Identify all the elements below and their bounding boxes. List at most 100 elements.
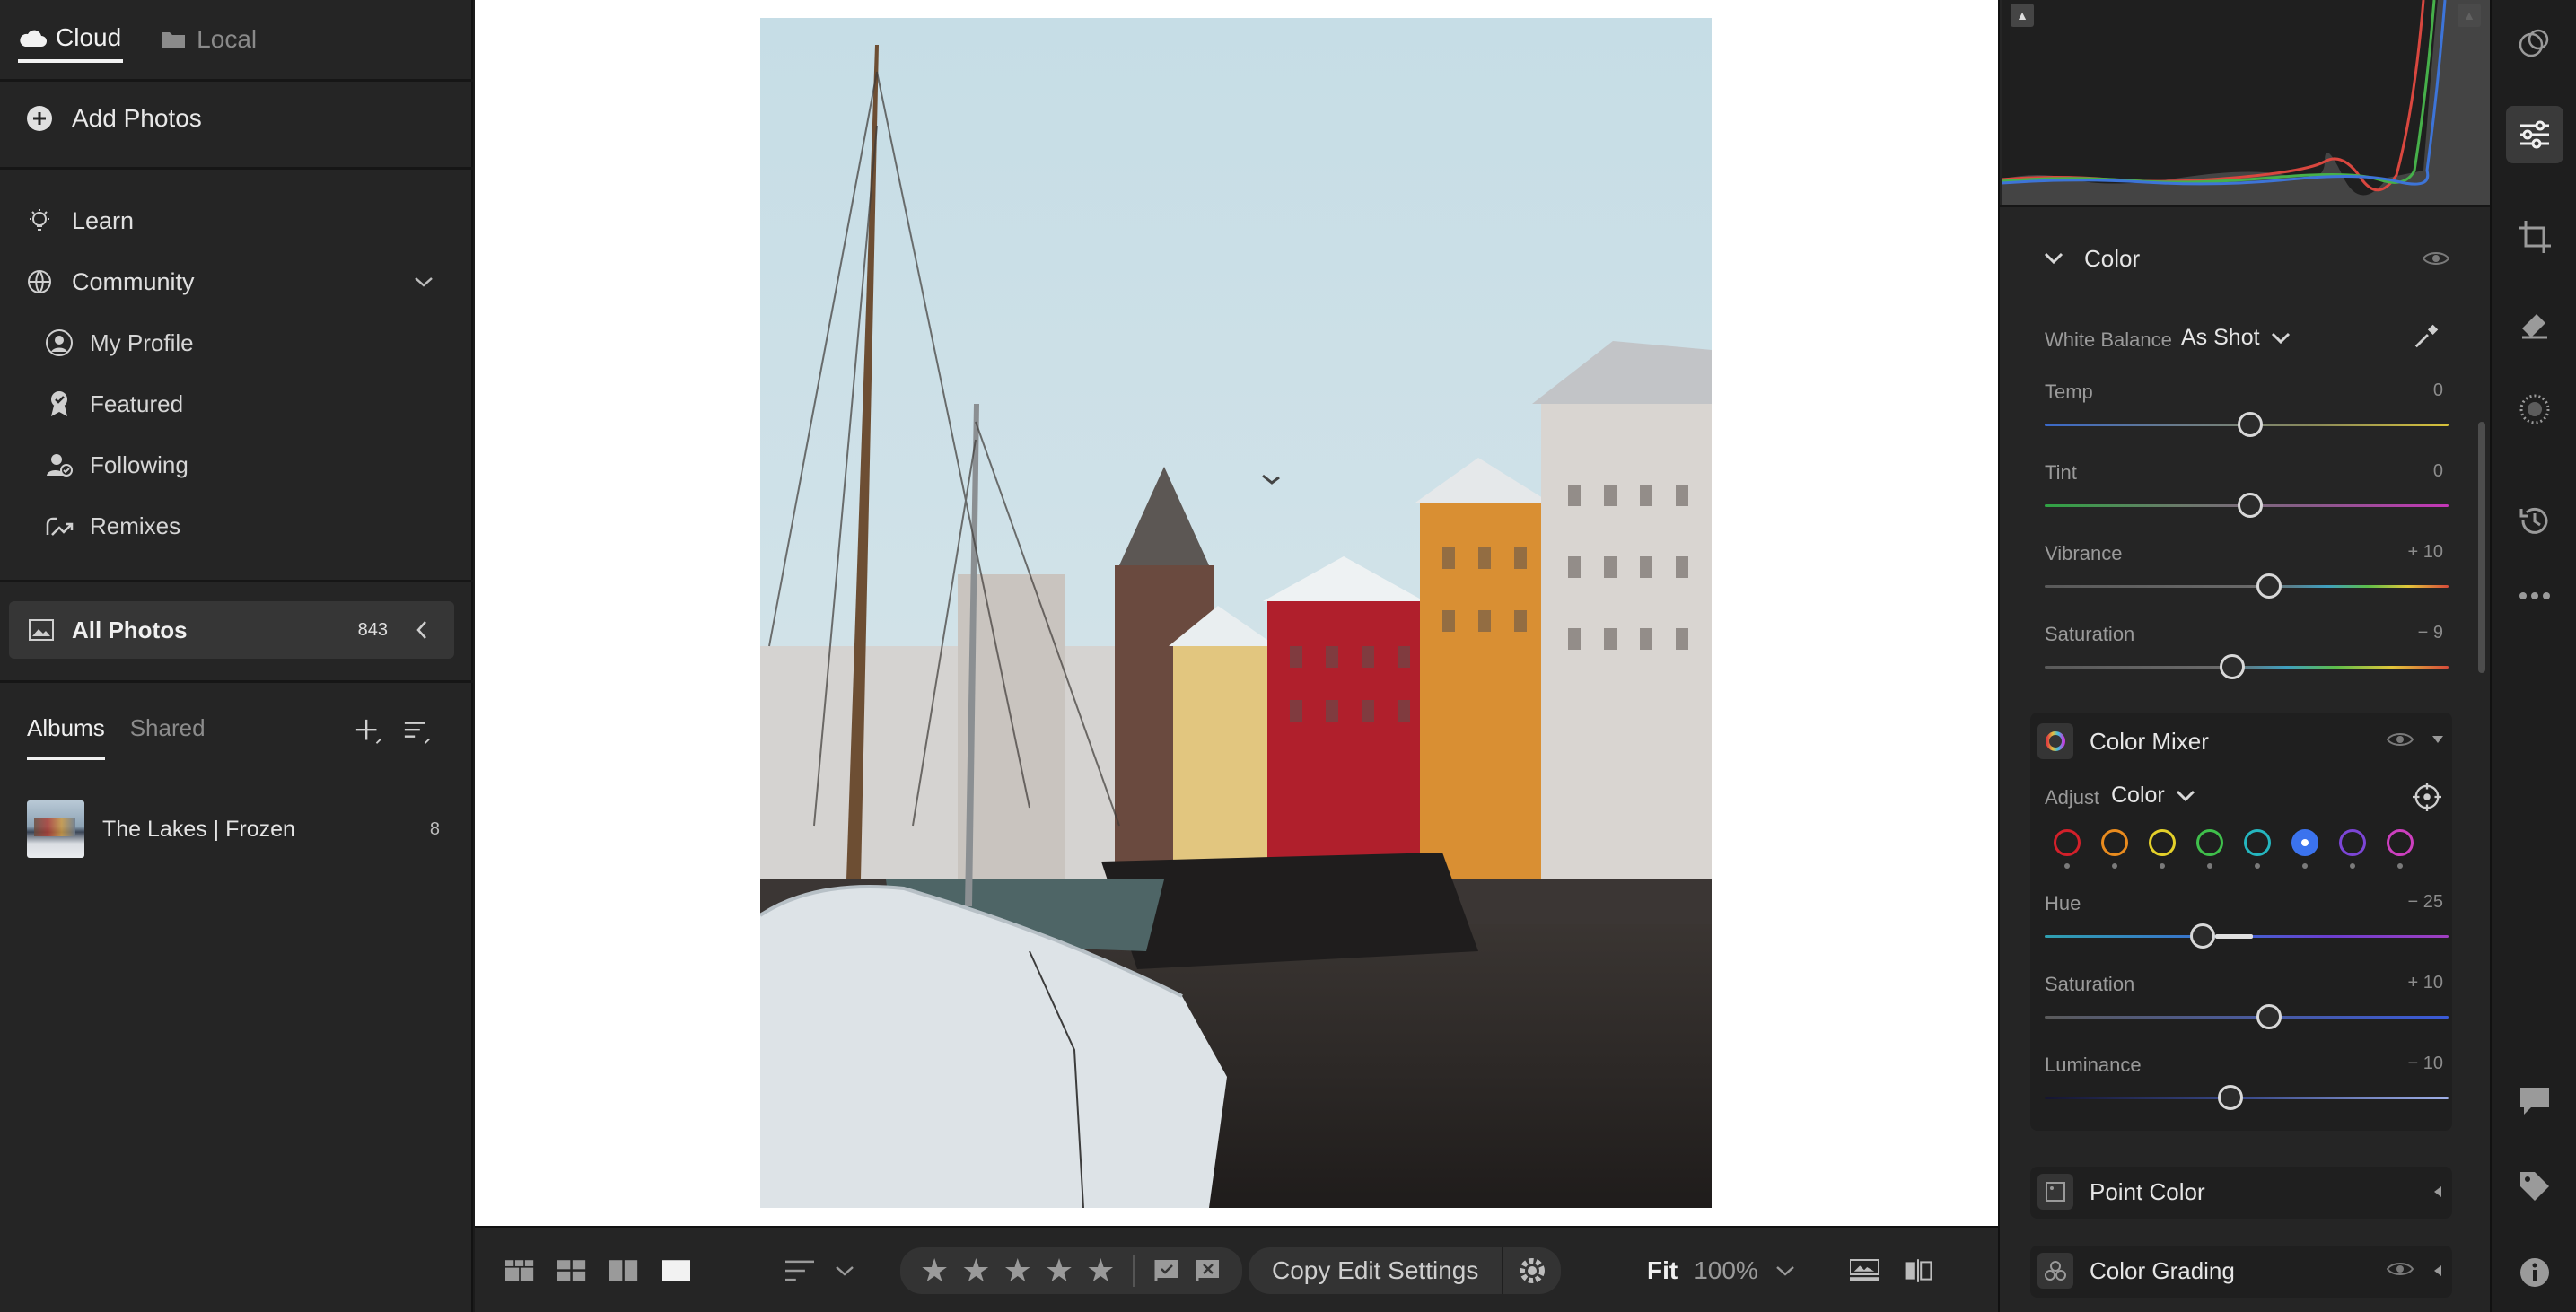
saturation-value[interactable]: − 9 xyxy=(2335,623,2443,643)
vibrance-value[interactable]: + 10 xyxy=(2335,542,2443,563)
info-icon[interactable] xyxy=(2513,1251,2556,1294)
presets-icon[interactable] xyxy=(2513,22,2556,65)
luminance-slider-track[interactable] xyxy=(2045,1097,2449,1099)
swatch-magenta[interactable] xyxy=(2387,829,2414,856)
color-section-header[interactable]: Color xyxy=(2039,244,2140,273)
temp-value[interactable]: 0 xyxy=(2335,380,2443,401)
all-photos-count: 843 xyxy=(357,619,388,640)
healing-eraser-icon[interactable] xyxy=(2513,302,2556,345)
zoom-level[interactable]: 100% xyxy=(1694,1256,1758,1285)
chevron-down-icon[interactable] xyxy=(1771,1256,1800,1285)
star-icon[interactable]: ★ xyxy=(961,1255,990,1287)
nav-following[interactable]: Following xyxy=(45,450,188,479)
swatch-green[interactable] xyxy=(2196,829,2223,856)
vibrance-slider-track[interactable] xyxy=(2045,585,2449,588)
triangle-left-icon[interactable] xyxy=(2423,1256,2452,1285)
triangle-down-icon[interactable] xyxy=(2423,725,2452,754)
cloud-icon xyxy=(18,23,47,52)
flag-pick-icon[interactable] xyxy=(1152,1256,1181,1285)
swatch-red[interactable] xyxy=(2054,829,2081,856)
point-color-title: Point Color xyxy=(2090,1177,2205,1205)
nav-remixes[interactable]: Remixes xyxy=(45,512,180,540)
edit-panel: ▲ ▲ Color White Balance As Shot Temp 0 T… xyxy=(1998,0,2492,1312)
color-grading-title: Color Grading xyxy=(2090,1256,2235,1284)
tab-shared[interactable]: Shared xyxy=(130,714,206,760)
eye-icon[interactable] xyxy=(2422,244,2450,273)
filmstrip-icon[interactable] xyxy=(1850,1256,1879,1285)
comments-icon[interactable] xyxy=(2513,1079,2556,1122)
eye-icon[interactable] xyxy=(2386,725,2414,754)
star-icon[interactable]: ★ xyxy=(1086,1255,1115,1287)
album-item[interactable]: The Lakes | Frozen 8 xyxy=(27,800,440,858)
mixer-saturation-slider-track[interactable] xyxy=(2045,1016,2449,1019)
add-album-icon[interactable] xyxy=(355,718,383,747)
photo-grid-icon[interactable] xyxy=(557,1256,586,1285)
nav-community[interactable]: Community xyxy=(25,267,438,296)
hue-value[interactable]: − 25 xyxy=(2335,892,2443,913)
add-photos-label: Add Photos xyxy=(72,104,202,132)
panel-scrollbar[interactable] xyxy=(2478,422,2485,673)
nav-learn[interactable]: Learn xyxy=(25,206,134,235)
detail-view-icon[interactable] xyxy=(662,1256,690,1285)
saturation-slider-handle[interactable] xyxy=(2220,654,2245,679)
nav-featured[interactable]: Featured xyxy=(45,389,183,418)
before-after-icon[interactable] xyxy=(1904,1256,1932,1285)
luminance-slider-handle[interactable] xyxy=(2218,1085,2243,1110)
compare-view-icon[interactable] xyxy=(609,1256,638,1285)
tint-value[interactable]: 0 xyxy=(2335,461,2443,482)
edit-sliders-icon[interactable] xyxy=(2506,106,2563,163)
masking-icon[interactable] xyxy=(2513,388,2556,431)
history-icon[interactable] xyxy=(2513,499,2556,542)
star-icon[interactable]: ★ xyxy=(1003,1255,1032,1287)
white-balance-dropdown[interactable]: As Shot xyxy=(2181,325,2291,351)
swatch-indicator xyxy=(2255,863,2260,869)
tab-local[interactable]: Local xyxy=(159,16,257,63)
saturation-slider-track[interactable] xyxy=(2045,666,2449,669)
swatch-purple[interactable] xyxy=(2339,829,2366,856)
star-icon[interactable]: ★ xyxy=(1045,1255,1073,1287)
divider xyxy=(0,680,473,683)
mixer-saturation-slider-handle[interactable] xyxy=(2256,1004,2282,1029)
star-icon[interactable]: ★ xyxy=(920,1255,949,1287)
eyedropper-icon[interactable] xyxy=(2413,321,2441,350)
chevron-down-icon[interactable] xyxy=(409,267,438,296)
swatch-yellow[interactable] xyxy=(2149,829,2176,856)
chevron-left-icon[interactable] xyxy=(407,616,436,644)
nav-my-profile[interactable]: My Profile xyxy=(45,328,194,357)
swatch-blue-selected[interactable] xyxy=(2291,829,2318,856)
gear-icon[interactable] xyxy=(1503,1247,1561,1294)
chevron-down-icon[interactable] xyxy=(830,1256,859,1285)
mixer-saturation-value[interactable]: + 10 xyxy=(2335,973,2443,993)
rating-flag-group: ★ ★ ★ ★ ★ xyxy=(900,1247,1243,1294)
color-grading-header[interactable]: Color Grading xyxy=(2037,1253,2235,1289)
tag-icon[interactable] xyxy=(2513,1165,2556,1208)
eye-icon[interactable] xyxy=(2386,1255,2414,1283)
hue-slider-handle[interactable] xyxy=(2190,923,2215,949)
nav-item-label: Following xyxy=(90,450,188,478)
target-adjustment-icon[interactable] xyxy=(2413,783,2441,811)
tint-slider-handle[interactable] xyxy=(2238,493,2263,518)
remix-icon xyxy=(45,512,74,540)
crop-icon[interactable] xyxy=(2513,215,2556,258)
square-grid-icon[interactable] xyxy=(505,1256,534,1285)
tab-cloud[interactable]: Cloud xyxy=(18,16,124,63)
sort-lines-icon[interactable] xyxy=(785,1256,814,1285)
photo-canvas[interactable] xyxy=(475,0,1998,1226)
temp-slider-handle[interactable] xyxy=(2238,412,2263,437)
adjust-dropdown[interactable]: Color xyxy=(2111,783,2195,809)
triangle-left-icon[interactable] xyxy=(2423,1177,2452,1206)
flag-reject-icon[interactable] xyxy=(1194,1256,1222,1285)
swatch-aqua[interactable] xyxy=(2244,829,2271,856)
point-color-header[interactable]: Point Color xyxy=(2037,1174,2205,1210)
sort-icon[interactable] xyxy=(403,718,432,747)
all-photos-item[interactable]: All Photos 843 xyxy=(9,601,454,659)
copy-edit-settings-button[interactable]: Copy Edit Settings xyxy=(1272,1256,1478,1285)
more-icon[interactable] xyxy=(2513,574,2556,617)
luminance-value[interactable]: − 10 xyxy=(2335,1054,2443,1074)
color-mixer-header[interactable]: Color Mixer xyxy=(2037,723,2209,759)
add-photos-button[interactable]: Add Photos xyxy=(25,104,202,133)
tab-albums[interactable]: Albums xyxy=(27,714,105,760)
fit-button[interactable]: Fit xyxy=(1647,1256,1678,1285)
vibrance-slider-handle[interactable] xyxy=(2256,573,2282,599)
swatch-orange[interactable] xyxy=(2101,829,2128,856)
